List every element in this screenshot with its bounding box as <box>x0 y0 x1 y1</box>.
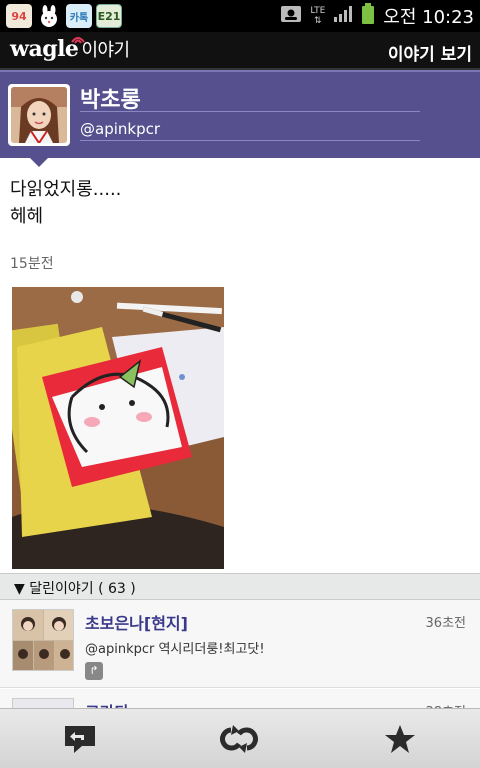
post-timestamp: 15분전 <box>10 256 54 272</box>
clock: 오전 10:23 <box>383 7 474 28</box>
bottom-action-bar <box>0 708 480 768</box>
reply-icon <box>65 726 95 753</box>
calendar-notification-icon: E21 <box>96 4 122 28</box>
network-type-icon: LTE ⇅ <box>310 6 326 26</box>
retweet-button[interactable] <box>219 721 259 757</box>
system-icons: LTE ⇅ 오전 10:23 <box>280 0 474 32</box>
comment-timestamp: 36초전 <box>425 616 466 631</box>
notification-label: E21 <box>97 9 121 23</box>
notification-icons: 94 카톡 E21 <box>6 4 122 28</box>
profile-avatar[interactable] <box>8 84 70 146</box>
contacts-icon <box>280 5 302 27</box>
signal-icon <box>333 5 353 27</box>
status-bar: 94 카톡 E21 LTE ⇅ 오전 10:23 <box>0 0 480 32</box>
comment-text: @apinkpcr 역시리더룽!최고닷! <box>85 642 265 657</box>
app-bar: wagle 이야기 이야기 보기 <box>0 32 480 70</box>
comments-toggle[interactable]: ▼ 달린이야기 ( 63 ) <box>0 573 480 600</box>
signal-wave-icon <box>71 37 85 44</box>
comments-count-label: ▼ 달린이야기 ( 63 ) <box>14 581 136 597</box>
post-photo[interactable] <box>12 287 224 569</box>
brand-name: wagle <box>10 36 79 62</box>
post-text: 다읽었지롱..... 헤헤 <box>10 179 122 227</box>
screen: 94 카톡 E21 LTE ⇅ 오전 10:23 wagle 이야기 이야기 보… <box>0 0 480 768</box>
battery-icon <box>361 3 375 29</box>
commenter-name[interactable]: 초보은나[현지] <box>85 610 188 634</box>
reply-button[interactable] <box>60 721 100 757</box>
speech-caret <box>30 158 48 167</box>
view-stories-button[interactable]: 이야기 보기 <box>388 40 472 65</box>
avatar-image <box>11 87 67 143</box>
favorite-button[interactable] <box>380 721 420 757</box>
comment-item[interactable]: 초보은나[현지] @apinkpcr 역시리더룽!최고닷! 36초전 ↱ <box>0 600 480 688</box>
notification-count: 94 <box>11 9 27 23</box>
messenger-notification-icon: 94 <box>6 4 32 28</box>
profile-name[interactable]: 박초롱 <box>80 82 141 114</box>
star-icon <box>385 725 415 753</box>
divider <box>80 111 420 112</box>
app-logo[interactable]: wagle 이야기 <box>10 36 130 62</box>
bunny-app-icon <box>36 4 62 28</box>
chat-bubble-notification-icon: 카톡 <box>66 4 92 28</box>
commenter-avatar[interactable] <box>12 609 74 671</box>
reply-arrow-icon[interactable]: ↱ <box>85 662 103 680</box>
profile-handle[interactable]: @apinkpcr <box>80 120 160 138</box>
divider <box>80 140 420 141</box>
brand-sub: 이야기 <box>81 40 130 61</box>
network-label: LTE <box>310 6 326 16</box>
notification-label: 카톡 <box>69 12 89 24</box>
retweet-icon <box>220 725 258 753</box>
profile-header[interactable]: 박초롱 @apinkpcr <box>0 70 480 158</box>
